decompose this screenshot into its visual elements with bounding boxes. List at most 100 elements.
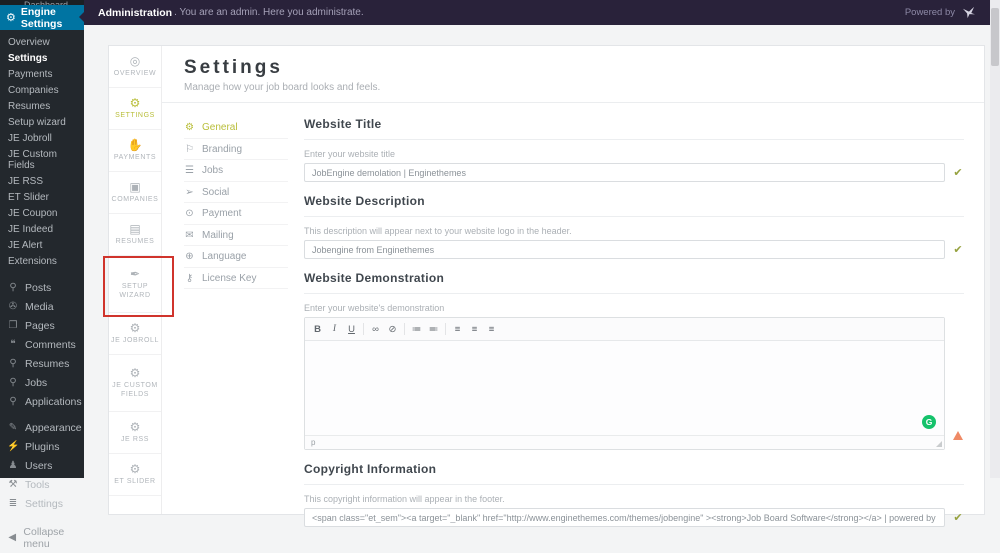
panel-nav-je-rss[interactable]: ⚙ JE RSS xyxy=(109,412,161,454)
sidebar-item-engine-settings[interactable]: ⚙ Engine Settings xyxy=(0,5,84,30)
nav-label: JE JOBROLL xyxy=(110,336,159,344)
align-center-button[interactable]: ≡ xyxy=(466,322,483,337)
panel-nav-resumes[interactable]: ▤ RESUMES xyxy=(109,214,161,256)
sidebar-item-et-slider[interactable]: ET Slider xyxy=(0,189,84,205)
media-icon: ✇ xyxy=(8,300,18,312)
sidebar-item-collapse-menu[interactable]: ◀ Collapse menu xyxy=(0,522,84,553)
sidebar-item-jobs[interactable]: ⚲ Jobs xyxy=(0,373,84,392)
italic-button[interactable]: I xyxy=(326,322,343,337)
tab-payment[interactable]: ⊙ Payment xyxy=(184,203,288,225)
toolbar-separator xyxy=(363,323,364,335)
panel-nav-et-slider[interactable]: ⚙ ET SLIDER xyxy=(109,454,161,496)
sidebar-item-je-alert[interactable]: JE Alert xyxy=(0,237,84,253)
sidebar-item-pages[interactable]: ❐ Pages xyxy=(0,316,84,335)
tag-icon: ⚐ xyxy=(185,143,194,155)
enginethemes-bird-logo xyxy=(962,6,975,19)
scrollbar-thumb[interactable] xyxy=(991,8,999,66)
gear-icon: ⚙ xyxy=(129,366,141,380)
section-heading-website-title: Website Title xyxy=(304,117,964,140)
panel-nav-je-custom-fields[interactable]: ⚙ JE CUSTOM FIELDS xyxy=(109,355,161,412)
globe-icon: ⊕ xyxy=(185,251,194,262)
panel-nav-payments[interactable]: ✋ PAYMENTS xyxy=(109,130,161,172)
sidebar-item-users[interactable]: ♟ Users xyxy=(0,456,84,475)
sidebar-item-payments[interactable]: Payments xyxy=(0,66,84,82)
sidebar-item-appearance[interactable]: ✎ Appearance xyxy=(0,418,84,437)
sidebar-item-comments[interactable]: ❝ Comments xyxy=(0,335,84,354)
wrench-icon: ⚒ xyxy=(8,478,18,490)
editor-body[interactable]: G xyxy=(305,341,944,435)
sidebar-item-extensions[interactable]: Extensions xyxy=(0,253,84,269)
sidebar-item-applications[interactable]: ⚲ Applications xyxy=(0,392,84,411)
sidebar-item-je-indeed[interactable]: JE Indeed xyxy=(0,221,84,237)
sidebar-item-label: Media xyxy=(25,300,54,313)
bullet-list-button[interactable]: ≔ xyxy=(408,322,425,337)
panel-nav-settings[interactable]: ⚙ SETTINGS xyxy=(109,88,161,130)
bold-button[interactable]: B xyxy=(309,322,326,337)
page-title: Settings xyxy=(184,57,283,78)
tab-general[interactable]: ⚙ General xyxy=(184,117,288,139)
sidebar-item-je-custom-fields[interactable]: JE Custom Fields xyxy=(0,146,84,173)
website-title-input[interactable] xyxy=(304,163,945,182)
wp-main-menu: ⚲ Posts ✇ Media ❐ Pages ❝ Comments ⚲ Res… xyxy=(0,278,84,553)
tab-jobs[interactable]: ☰ Jobs xyxy=(184,160,288,182)
section-heading-copyright: Copyright Information xyxy=(304,462,964,485)
toolbar-separator xyxy=(404,323,405,335)
align-right-button[interactable]: ≡ xyxy=(483,322,500,337)
tab-social[interactable]: ➢ Social xyxy=(184,182,288,203)
sidebar-item-resumes-cpt[interactable]: ⚲ Resumes xyxy=(0,354,84,373)
sidebar-item-overview[interactable]: Overview xyxy=(0,34,84,50)
sidebar-item-wp-settings[interactable]: ≣ Settings xyxy=(0,494,84,513)
nav-label: RESUMES xyxy=(115,237,155,245)
editor-element-path: p xyxy=(311,438,316,447)
tab-mailing[interactable]: ✉ Mailing xyxy=(184,225,288,246)
link-button[interactable]: ∞ xyxy=(367,322,384,337)
sidebar-item-je-coupon[interactable]: JE Coupon xyxy=(0,205,84,221)
sidebar-item-je-rss[interactable]: JE RSS xyxy=(0,173,84,189)
rich-text-editor[interactable]: B I U ∞ ⊘ ≔ ≕ ≡ ≡ ≡ G p xyxy=(304,317,945,450)
coin-icon: ⊙ xyxy=(185,208,194,219)
tab-label: General xyxy=(202,122,238,133)
comments-icon: ❝ xyxy=(10,338,16,350)
collapse-arrow-icon: ◀ xyxy=(8,531,17,543)
panel-nav-overview[interactable]: ◎ OVERVIEW xyxy=(109,46,161,88)
website-description-input[interactable] xyxy=(304,240,945,259)
page-subtitle: Manage how your job board looks and feel… xyxy=(184,82,381,93)
toolbar-separator xyxy=(445,323,446,335)
sliders-icon: ≣ xyxy=(8,497,18,509)
sidebar-item-plugins[interactable]: ⚡ Plugins xyxy=(0,437,84,456)
unlink-button[interactable]: ⊘ xyxy=(384,322,401,337)
sidebar-item-media[interactable]: ✇ Media xyxy=(0,297,84,316)
nav-label: SETTINGS xyxy=(115,111,155,119)
share-icon: ➢ xyxy=(185,186,194,198)
resize-handle-icon[interactable] xyxy=(936,441,942,447)
sidebar-item-settings[interactable]: Settings xyxy=(0,50,84,66)
sidebar-item-je-jobroll[interactable]: JE Jobroll xyxy=(0,130,84,146)
nav-label: COMPANIES xyxy=(111,195,159,203)
sidebar-item-resumes[interactable]: Resumes xyxy=(0,98,84,114)
numbered-list-button[interactable]: ≕ xyxy=(425,322,442,337)
sidebar-item-posts[interactable]: ⚲ Posts xyxy=(0,278,84,297)
grammarly-icon[interactable]: G xyxy=(922,415,936,429)
key-icon: ⚷ xyxy=(185,272,194,284)
sidebar-item-label: Engine Settings xyxy=(20,5,63,30)
panel-nav-companies[interactable]: ▣ COMPANIES xyxy=(109,172,161,214)
sidebar-item-label: Pages xyxy=(25,319,55,332)
nav-label: JE RSS xyxy=(120,435,150,443)
panel-nav-je-jobroll[interactable]: ⚙ JE JOBROLL xyxy=(109,313,161,355)
tab-branding[interactable]: ⚐ Branding xyxy=(184,139,288,160)
underline-button[interactable]: U xyxy=(343,322,360,337)
tab-language[interactable]: ⊕ Language xyxy=(184,246,288,268)
tab-label: Mailing xyxy=(202,229,234,241)
align-left-button[interactable]: ≡ xyxy=(449,322,466,337)
nav-label: ET SLIDER xyxy=(114,477,156,485)
wp-admin-sidebar: Dashboard ⚙ Engine Settings Overview Set… xyxy=(0,0,84,550)
sidebar-item-label: Jobs xyxy=(25,376,48,389)
sidebar-item-companies[interactable]: Companies xyxy=(0,82,84,98)
pin-icon: ⚲ xyxy=(9,395,17,407)
copyright-input[interactable] xyxy=(304,508,945,527)
tab-license-key[interactable]: ⚷ License Key xyxy=(184,268,288,289)
sidebar-item-setup-wizard[interactable]: Setup wizard xyxy=(0,114,84,130)
browser-scrollbar[interactable] xyxy=(990,0,1000,478)
website-demonstration-label: Enter your website's demonstration xyxy=(304,303,445,313)
sidebar-item-label: Users xyxy=(25,459,53,472)
